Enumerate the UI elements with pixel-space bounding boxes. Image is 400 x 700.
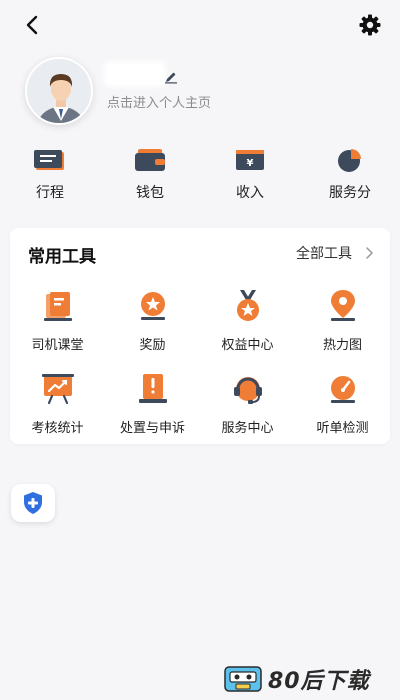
pie-chart-icon xyxy=(338,149,361,172)
all-tools-link[interactable]: 全部工具 xyxy=(296,243,374,263)
chevron-right-icon xyxy=(366,247,373,259)
itinerary-card-icon xyxy=(34,150,64,170)
svg-text:¥: ¥ xyxy=(247,158,254,169)
username-redacted xyxy=(107,64,163,84)
speedometer-icon xyxy=(330,376,355,403)
tool-label: 处置与申诉 xyxy=(119,421,185,436)
tools-grid: 司机课堂 奖励 权益中心 热力图 考核统计 处置与申诉 服务中心 听单检测 xyxy=(10,286,390,436)
stat-income[interactable]: ¥ 收入 xyxy=(200,146,300,206)
tool-assessment-stats[interactable]: 考核统计 xyxy=(10,369,105,436)
stat-wallet[interactable]: 钱包 xyxy=(100,146,200,206)
headset-icon xyxy=(233,377,262,404)
stat-label: 行程 xyxy=(36,185,64,201)
star-badge-icon xyxy=(140,292,165,320)
tool-label: 服务中心 xyxy=(221,421,274,436)
income-yen-icon: ¥ xyxy=(236,150,264,170)
tool-driver-class[interactable]: 司机课堂 xyxy=(10,286,105,353)
all-tools-label: 全部工具 xyxy=(296,246,352,262)
tool-label: 奖励 xyxy=(139,338,166,353)
tool-rewards[interactable]: 奖励 xyxy=(105,286,200,353)
stat-label: 钱包 xyxy=(136,185,164,201)
tool-heatmap[interactable]: 热力图 xyxy=(295,286,390,353)
pencil-icon[interactable] xyxy=(164,70,178,84)
gear-icon xyxy=(359,14,381,36)
stat-label: 服务分 xyxy=(329,185,371,201)
tool-benefits-center[interactable]: 权益中心 xyxy=(200,286,295,353)
book-icon xyxy=(43,292,72,321)
tool-label: 司机课堂 xyxy=(31,338,84,353)
common-tools-card: 常用工具 全部工具 司机课堂 奖励 权益中心 热力图 考核统计 处置与申诉 服务… xyxy=(10,228,390,444)
trend-board-icon xyxy=(41,374,74,405)
medal-icon xyxy=(236,290,259,321)
stat-itinerary[interactable]: 行程 xyxy=(0,146,100,206)
watermark-text: 80后下载 xyxy=(268,669,370,694)
tool-label: 听单检测 xyxy=(316,421,369,436)
card-title: 常用工具 xyxy=(28,247,96,267)
settings-button[interactable] xyxy=(358,13,382,37)
top-bar xyxy=(0,0,400,52)
tool-service-center[interactable]: 服务中心 xyxy=(200,369,295,436)
alert-document-icon xyxy=(138,374,167,403)
map-pin-icon xyxy=(330,290,355,321)
tool-disposal-appeal[interactable]: 处置与申诉 xyxy=(105,369,200,436)
back-button[interactable] xyxy=(20,12,44,38)
safety-shield-button[interactable] xyxy=(11,484,55,522)
tool-label: 考核统计 xyxy=(31,421,84,436)
cassette-logo-icon xyxy=(224,666,262,692)
wallet-icon xyxy=(135,149,165,171)
tool-label: 热力图 xyxy=(322,338,362,353)
shield-plus-icon xyxy=(24,492,42,514)
avatar[interactable] xyxy=(25,57,93,125)
tool-order-listening-check[interactable]: 听单检测 xyxy=(295,369,390,436)
profile-hint[interactable]: 点击进入个人主页 xyxy=(107,92,211,111)
tool-label: 权益中心 xyxy=(221,338,274,353)
quick-stats: 行程 钱包 ¥ 收入 服务分 xyxy=(0,146,400,206)
stat-service-score[interactable]: 服务分 xyxy=(300,146,400,206)
watermark: 80后下载 xyxy=(224,664,394,694)
chevron-left-icon xyxy=(26,15,38,35)
profile-section[interactable]: 点击进入个人主页 xyxy=(0,52,400,136)
stat-label: 收入 xyxy=(236,185,264,201)
